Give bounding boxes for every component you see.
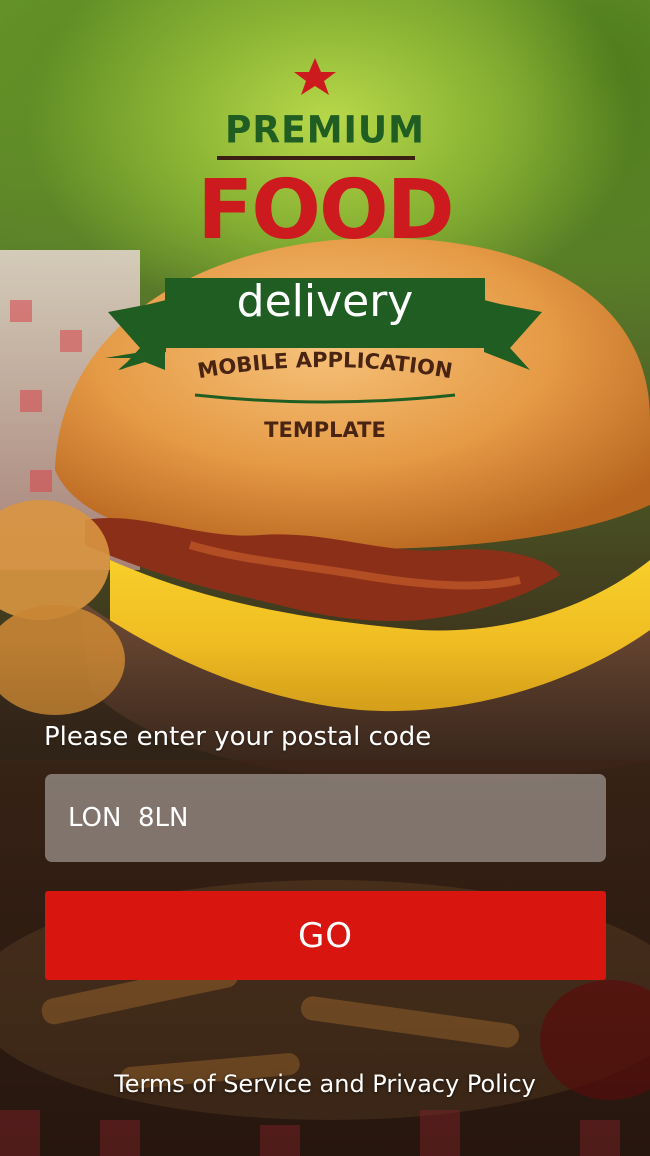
- logo-subtitle-line1: MOBILE APPLICATION: [196, 348, 454, 383]
- postal-code-label: Please enter your postal code: [44, 722, 432, 752]
- logo-food-text: FOOD: [197, 163, 455, 258]
- postal-code-input[interactable]: [45, 774, 606, 862]
- terms-privacy-link[interactable]: Terms of Service and Privacy Policy: [0, 1070, 650, 1098]
- logo-subtitle-line2: TEMPLATE: [264, 418, 386, 442]
- go-button[interactable]: GO: [45, 891, 606, 980]
- logo: MOBILE APPLICATION PREMIUM FOOD delivery…: [0, 52, 650, 452]
- premium-underline: [217, 156, 415, 160]
- logo-premium-text: PREMIUM: [225, 108, 425, 153]
- logo-delivery-text: delivery: [236, 276, 414, 327]
- subtitle-divider: [194, 393, 456, 404]
- star-icon: [294, 58, 336, 95]
